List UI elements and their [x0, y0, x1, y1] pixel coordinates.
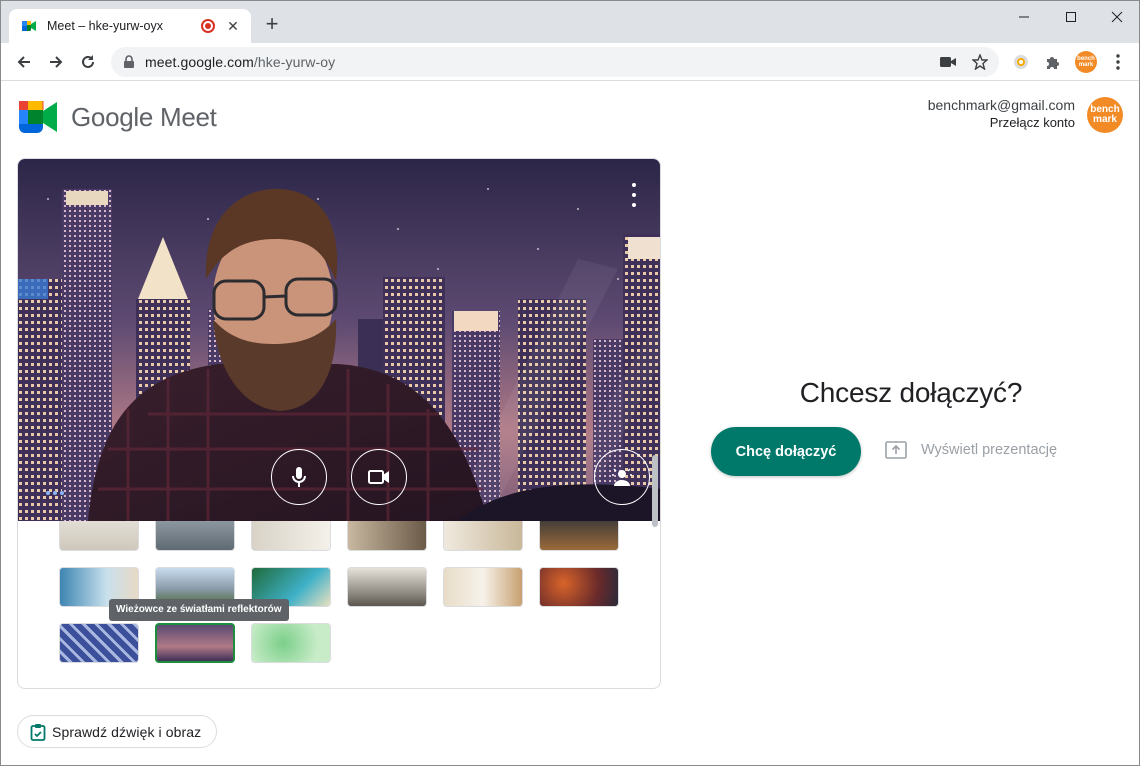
- background-thumbnail[interactable]: [59, 623, 139, 663]
- join-title: Chcesz dołączyć?: [799, 377, 1023, 408]
- background-thumbnail[interactable]: [347, 521, 427, 551]
- present-icon: [885, 441, 907, 459]
- browser-toolbar: meet.google.com/hke-yurw-oy bench mark: [1, 43, 1139, 81]
- star-icon: [972, 54, 988, 70]
- extension-button[interactable]: [1009, 50, 1033, 74]
- microphone-icon: [292, 467, 306, 487]
- background-thumbnail-selected[interactable]: [155, 623, 235, 663]
- profile-button[interactable]: bench mark: [1074, 50, 1098, 74]
- camera-permission-button[interactable]: [939, 53, 957, 71]
- microphone-toggle-button[interactable]: [271, 449, 327, 505]
- background-effects-icon: [612, 468, 632, 486]
- background-thumbnail[interactable]: [59, 521, 139, 551]
- meet-favicon-icon: [22, 21, 36, 31]
- close-window-button[interactable]: [1094, 1, 1139, 33]
- product-name: Google Meet: [71, 101, 217, 132]
- tab-title: Meet – hke-yurw-oyx: [47, 19, 164, 33]
- camera-preview: [18, 159, 660, 521]
- browser-window: Meet – hke-yurw-oyx ✕ + meet.google.com/…: [0, 0, 1140, 766]
- background-thumbnail[interactable]: [539, 521, 619, 551]
- minimize-button[interactable]: [1001, 1, 1047, 33]
- extensions-menu-button[interactable]: [1041, 50, 1065, 74]
- switch-account-link[interactable]: Przełącz konto: [928, 114, 1075, 131]
- close-icon: [1111, 11, 1123, 23]
- join-button[interactable]: Chcę dołączyć: [711, 427, 861, 476]
- tab-strip: Meet – hke-yurw-oyx ✕ +: [1, 1, 1139, 43]
- google-meet-logo[interactable]: Google Meet: [19, 101, 217, 133]
- tab-close-icon[interactable]: ✕: [225, 18, 241, 35]
- meet-logo-icon: [19, 101, 57, 133]
- clipboard-check-icon: [30, 723, 46, 741]
- new-tab-button[interactable]: +: [259, 12, 285, 38]
- video-camera-icon: [368, 470, 389, 484]
- browser-tab[interactable]: Meet – hke-yurw-oyx ✕: [9, 9, 251, 43]
- address-bar[interactable]: meet.google.com/hke-yurw-oy: [111, 47, 999, 77]
- maximize-button[interactable]: [1048, 1, 1094, 33]
- background-effects-button[interactable]: [594, 449, 650, 505]
- url-text: meet.google.com/hke-yurw-oy: [145, 54, 336, 70]
- background-thumbnail[interactable]: [443, 567, 523, 607]
- background-picker-scrollbar[interactable]: [652, 455, 658, 527]
- background-tooltip: Wieżowce ze światłami reflektorów: [109, 599, 289, 621]
- more-vert-icon: [632, 183, 636, 187]
- background-thumbnail[interactable]: [443, 521, 523, 551]
- background-loading-indicator: [46, 491, 64, 495]
- more-options-button[interactable]: [626, 183, 642, 207]
- lock-icon: [124, 55, 134, 68]
- more-vert-icon: [1116, 54, 1120, 70]
- minimize-icon: [1019, 16, 1029, 18]
- browser-menu-button[interactable]: [1106, 50, 1130, 74]
- account-avatar[interactable]: bench mark: [1087, 97, 1123, 133]
- reload-icon: [82, 55, 94, 68]
- background-thumbnail[interactable]: [155, 521, 235, 551]
- check-audio-video-button[interactable]: Sprawdź dźwięk i obraz: [17, 715, 218, 748]
- background-thumbnail[interactable]: [251, 623, 331, 663]
- background-thumbnail[interactable]: [539, 567, 619, 607]
- present-button[interactable]: Wyświetl prezentację: [885, 441, 1057, 459]
- forward-icon: [50, 56, 63, 68]
- forward-button[interactable]: [43, 49, 69, 75]
- back-button[interactable]: [11, 49, 37, 75]
- account-email: benchmark@gmail.com: [927, 97, 1075, 113]
- account-info: benchmark@gmail.com Przełącz konto: [928, 97, 1075, 131]
- background-thumbnail[interactable]: [251, 521, 331, 551]
- profile-avatar: bench mark: [1075, 51, 1097, 73]
- camera-icon: [940, 57, 956, 67]
- back-icon: [17, 56, 30, 68]
- virtual-background-image: [18, 159, 660, 521]
- present-button-label: Wyświetl prezentację: [921, 442, 1058, 458]
- record-icon: [201, 19, 215, 33]
- reload-button[interactable]: [75, 49, 101, 75]
- extensions-icon: [1047, 57, 1059, 69]
- extension-app-icon: [1014, 55, 1028, 69]
- camera-toggle-button[interactable]: [351, 449, 407, 505]
- background-thumbnail[interactable]: [347, 567, 427, 607]
- check-audio-video-label: Sprawdź dźwięk i obraz: [52, 723, 202, 740]
- bookmark-button[interactable]: [971, 53, 989, 71]
- maximize-icon: [1066, 12, 1076, 22]
